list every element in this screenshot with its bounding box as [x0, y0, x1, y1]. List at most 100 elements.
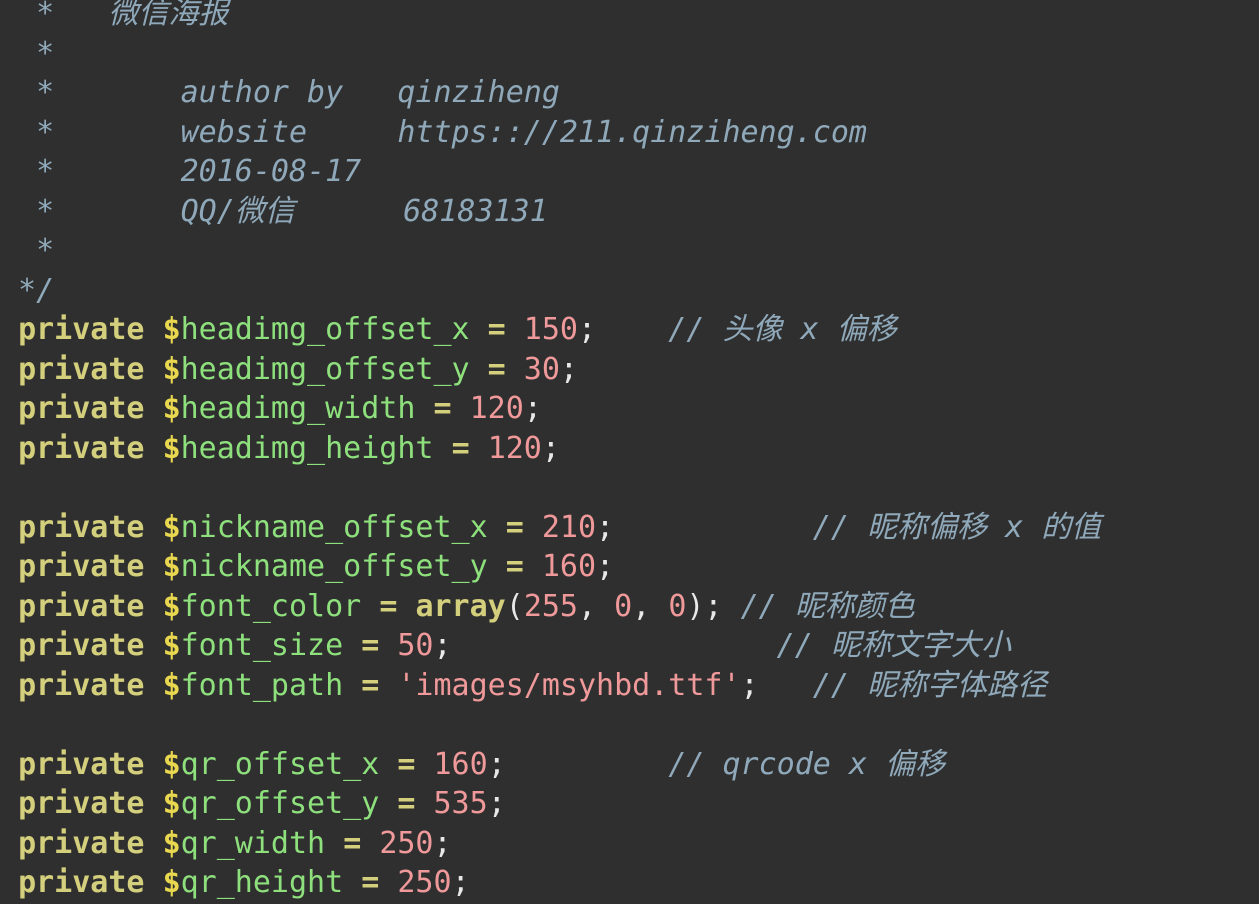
token-number: 160: [433, 746, 488, 782]
token-blank: [145, 510, 163, 545]
token-punct: ;: [487, 786, 506, 821]
token-varname: font_path: [180, 667, 344, 703]
token-blank: [614, 510, 813, 545]
code-line-comment-close[interactable]: */: [0, 271, 1259, 311]
token-punct: ;: [451, 865, 470, 900]
token-blank: [0, 312, 18, 347]
token-blank: [0, 747, 18, 782]
code-line-prop-nickname-offset-y[interactable]: private $nickname_offset_y = 160;: [0, 547, 1259, 587]
code-line-comment-date[interactable]: * 2016-08-17: [0, 152, 1259, 192]
token-blank: [0, 510, 18, 545]
token-operator: =: [361, 628, 380, 663]
code-editor-viewport: * 微信海报 * * author by qinziheng * website…: [0, 0, 1259, 904]
code-line-comment-website[interactable]: * website https:://211.qinziheng.com: [0, 113, 1259, 153]
token-blank: [650, 589, 668, 624]
token-blank: [379, 628, 397, 663]
token-blank: [145, 786, 163, 821]
token-varname: qr_height: [180, 865, 344, 900]
token-blank: [145, 352, 163, 387]
token-blank: [145, 549, 163, 584]
token-punct: ;: [541, 430, 560, 466]
token-dollar: $: [162, 628, 181, 663]
token-varname: headimg_offset_x: [180, 312, 470, 347]
code-line-prop-headimg-height[interactable]: private $headimg_height = 120;: [0, 429, 1259, 469]
token-blank: [0, 707, 18, 742]
token-blank: [470, 312, 488, 347]
code-lines-container[interactable]: * 微信海报 * * author by qinziheng * website…: [0, 0, 1259, 903]
token-blank: [379, 865, 397, 900]
token-comment: * 2016-08-17: [0, 154, 362, 189]
token-blank: [524, 549, 542, 584]
code-line-prop-headimg-width[interactable]: private $headimg_width = 120;: [0, 389, 1259, 429]
token-blank: [434, 431, 452, 466]
token-blank: [0, 786, 18, 821]
code-line-comment-title[interactable]: * 微信海报: [0, 0, 1259, 34]
token-number: 160: [541, 549, 597, 584]
code-line-prop-headimg-offset-x[interactable]: private $headimg_offset_x = 150; // 头像 x…: [0, 310, 1259, 350]
code-line-prop-qr-height[interactable]: private $qr_height = 250;: [0, 863, 1259, 903]
token-operator: =: [487, 351, 506, 387]
code-line-comment-blank-1[interactable]: *: [0, 34, 1259, 74]
code-line-prop-font-path[interactable]: private $font_path = 'images/msyhbd.ttf'…: [0, 666, 1259, 706]
token-comment: */: [0, 272, 55, 308]
token-comment: // qrcode x 偏移: [668, 746, 946, 782]
code-line-blank-line-1[interactable]: [0, 468, 1259, 508]
code-line-prop-qr-offset-y[interactable]: private $qr_offset_y = 535;: [0, 784, 1259, 824]
token-keyword: private: [18, 628, 145, 663]
token-blank: [145, 391, 163, 426]
code-line-blank-line-2[interactable]: [0, 705, 1259, 745]
token-keyword: private: [18, 351, 145, 387]
token-punct: ,: [632, 588, 651, 624]
token-blank: [0, 865, 18, 900]
token-blank: [379, 786, 397, 821]
token-keyword: private: [18, 509, 145, 545]
token-blank: [452, 628, 777, 663]
token-blank: [397, 589, 415, 624]
token-comment: * website https:://211.qinziheng.com: [0, 114, 867, 150]
token-blank: [506, 352, 524, 387]
token-keyword: private: [18, 865, 145, 900]
token-punct: ,: [578, 588, 597, 624]
code-line-comment-author[interactable]: * author by qinziheng: [0, 73, 1259, 113]
code-line-prop-qr-width[interactable]: private $qr_width = 250;: [0, 824, 1259, 864]
token-dollar: $: [162, 786, 181, 821]
token-keyword: private: [18, 746, 145, 782]
token-varname: headimg_width: [180, 391, 416, 426]
token-number: 0: [614, 588, 633, 624]
token-punct: ;: [433, 628, 452, 663]
token-punct: );: [686, 588, 723, 624]
token-blank: [0, 668, 18, 703]
token-blank: [0, 628, 18, 663]
token-operator: =: [379, 588, 398, 624]
token-blank: [343, 628, 361, 663]
token-dollar: $: [162, 865, 181, 900]
token-varname: font_size: [180, 628, 344, 663]
token-blank: [759, 668, 813, 703]
token-blank: [488, 510, 506, 545]
token-operator: =: [505, 509, 524, 545]
token-dollar: $: [162, 351, 181, 387]
code-line-prop-headimg-offset-y[interactable]: private $headimg_offset_y = 30;: [0, 350, 1259, 390]
token-punct: ;: [559, 351, 578, 387]
token-varname: qr_offset_x: [180, 746, 380, 782]
code-line-prop-nickname-offset-x[interactable]: private $nickname_offset_x = 210; // 昵称偏…: [0, 508, 1259, 548]
token-number: 120: [487, 430, 542, 466]
token-operator: =: [343, 825, 362, 861]
token-blank: [0, 549, 18, 584]
code-line-prop-font-size[interactable]: private $font_size = 50; // 昵称文字大小: [0, 626, 1259, 666]
code-line-comment-blank-2[interactable]: *: [0, 231, 1259, 271]
code-line-comment-contact[interactable]: * QQ/微信 68183131: [0, 192, 1259, 232]
code-line-prop-qr-offset-x[interactable]: private $qr_offset_x = 160; // qrcode x …: [0, 745, 1259, 785]
token-dollar: $: [162, 746, 181, 782]
token-blank: [145, 628, 163, 663]
token-keyword: private: [18, 786, 145, 821]
token-varname: nickname_offset_y: [180, 549, 488, 584]
token-keyword: private: [18, 391, 145, 426]
token-blank: [0, 391, 18, 426]
token-keyword: private: [18, 825, 145, 861]
token-comment: * author by qinziheng: [0, 75, 560, 110]
code-line-prop-font-color[interactable]: private $font_color = array(255, 0, 0); …: [0, 587, 1259, 627]
token-varname: qr_width: [180, 825, 326, 861]
token-dollar: $: [162, 825, 181, 861]
token-blank: [0, 470, 18, 505]
